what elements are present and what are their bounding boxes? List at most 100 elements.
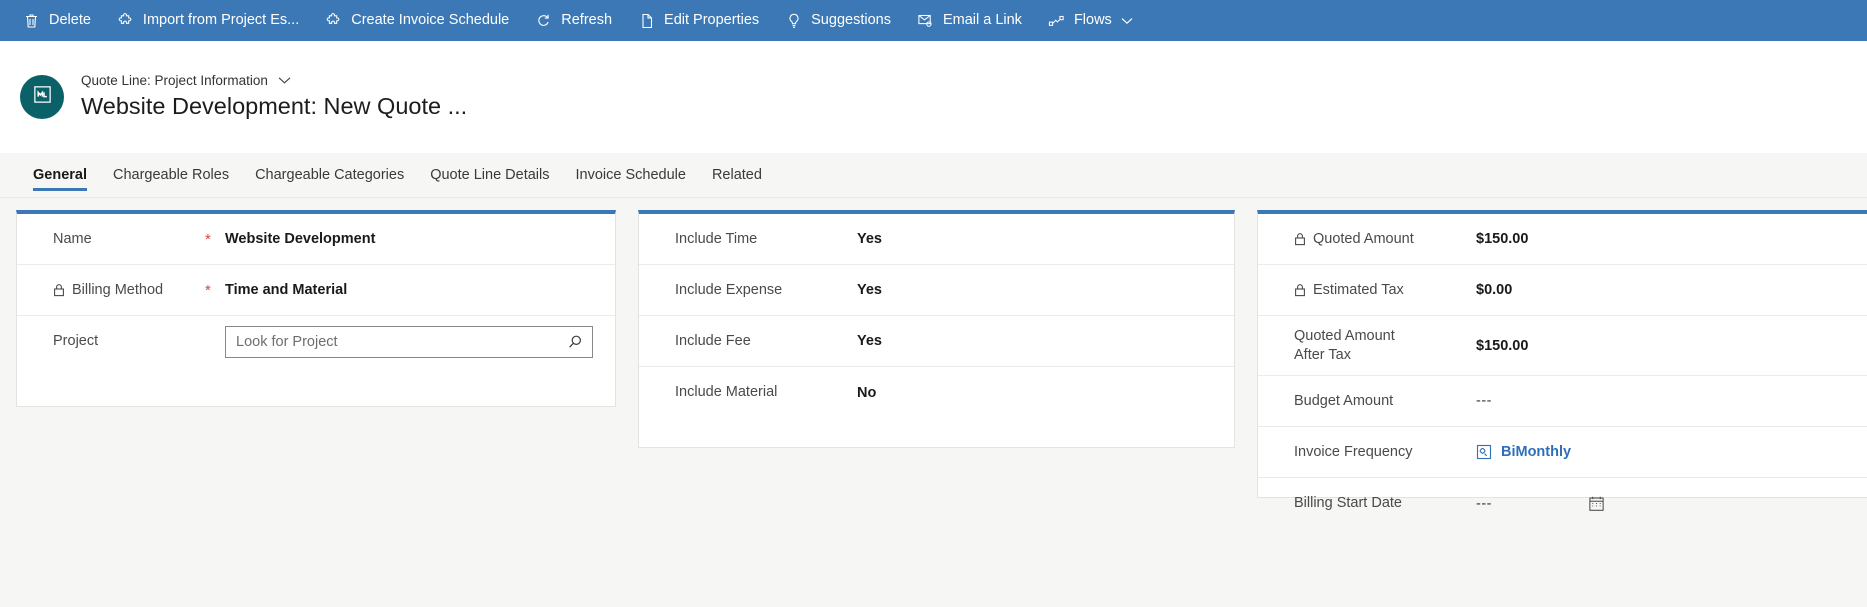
command-import-label: Import from Project Es... bbox=[142, 12, 300, 29]
record-header: Quote Line: Project Information Website … bbox=[0, 41, 1867, 153]
lock-icon bbox=[1294, 283, 1306, 297]
command-edit-properties[interactable]: Edit Properties bbox=[625, 0, 772, 41]
command-create-invoice-schedule-label: Create Invoice Schedule bbox=[351, 12, 510, 29]
field-label-include-expense: Include Expense bbox=[675, 281, 857, 299]
command-refresh[interactable]: Refresh bbox=[522, 0, 625, 41]
tab-chargeable-categories-label: Chargeable Categories bbox=[255, 166, 405, 183]
required-indicator: * bbox=[205, 230, 211, 248]
field-row-project: Project * Look for Project bbox=[17, 316, 615, 367]
tab-invoice-schedule[interactable]: Invoice Schedule bbox=[563, 152, 699, 197]
field-label-include-fee: Include Fee bbox=[675, 332, 857, 350]
field-label-quoted-amount-after-tax-line1: Quoted Amount bbox=[1294, 328, 1395, 345]
field-label-include-material-text: Include Material bbox=[675, 384, 778, 401]
card-general: Name * Website Development Billing Metho… bbox=[16, 210, 616, 407]
field-label-budget-amount-text: Budget Amount bbox=[1294, 392, 1394, 409]
field-row-billing-method: Billing Method * Time and Material bbox=[17, 265, 615, 316]
lock-icon bbox=[53, 283, 65, 297]
tab-general-label: General bbox=[33, 166, 87, 183]
field-value-billing-start-date[interactable]: --- bbox=[1476, 496, 1492, 512]
card-amounts: Quoted Amount $150.00 Estimated Tax $0.0… bbox=[1257, 210, 1867, 512]
refresh-icon bbox=[535, 12, 552, 29]
tab-related-label: Related bbox=[711, 166, 762, 183]
tab-related[interactable]: Related bbox=[699, 152, 775, 197]
field-label-quoted-amount-text: Quoted Amount bbox=[1313, 230, 1414, 247]
record-header-text: Quote Line: Project Information Website … bbox=[81, 73, 467, 120]
command-email-a-link[interactable]: Email a Link bbox=[904, 0, 1035, 41]
invoice-frequency-link[interactable]: BiMonthly bbox=[1476, 444, 1571, 460]
trash-icon bbox=[23, 12, 40, 29]
page-title: Website Development: New Quote ... bbox=[81, 93, 468, 120]
field-label-include-time: Include Time bbox=[675, 230, 857, 248]
field-value-include-time[interactable]: Yes bbox=[857, 231, 882, 247]
puzzle-icon bbox=[117, 12, 134, 29]
required-indicator: * bbox=[205, 281, 211, 299]
field-value-billing-method[interactable]: Time and Material bbox=[225, 282, 347, 298]
field-row-include-fee: Include Fee Yes bbox=[639, 316, 1234, 367]
form-body: Name * Website Development Billing Metho… bbox=[0, 198, 1867, 607]
email-icon bbox=[917, 12, 934, 29]
field-label-invoice-frequency: Invoice Frequency bbox=[1294, 443, 1476, 461]
field-label-include-expense-text: Include Expense bbox=[675, 281, 783, 298]
command-suggestions[interactable]: Suggestions bbox=[772, 0, 904, 41]
page-icon bbox=[638, 12, 655, 29]
field-label-include-material: Include Material bbox=[675, 383, 857, 401]
field-label-quoted-amount-after-tax-line2: After Tax bbox=[1294, 346, 1351, 363]
field-label-estimated-tax: Estimated Tax bbox=[1294, 281, 1476, 299]
command-refresh-label: Refresh bbox=[561, 12, 613, 29]
field-value-include-fee[interactable]: Yes bbox=[857, 333, 882, 349]
field-value-name[interactable]: Website Development bbox=[225, 231, 375, 247]
tab-quote-line-details[interactable]: Quote Line Details bbox=[417, 152, 562, 197]
tab-chargeable-categories[interactable]: Chargeable Categories bbox=[242, 152, 417, 197]
field-label-quoted-amount: Quoted Amount bbox=[1294, 230, 1476, 248]
chevron-down-icon[interactable] bbox=[278, 76, 291, 85]
avatar bbox=[20, 75, 64, 119]
field-row-include-expense: Include Expense Yes bbox=[639, 265, 1234, 316]
tab-strip: General Chargeable Roles Chargeable Cate… bbox=[0, 153, 1867, 198]
command-delete[interactable]: Delete bbox=[10, 0, 104, 41]
project-lookup-placeholder: Look for Project bbox=[236, 333, 338, 350]
field-row-include-time: Include Time Yes bbox=[639, 214, 1234, 265]
tab-invoice-schedule-label: Invoice Schedule bbox=[575, 166, 686, 183]
lock-icon bbox=[1294, 232, 1306, 246]
field-label-include-time-text: Include Time bbox=[675, 230, 758, 247]
command-bar: Delete Import from Project Es... Create … bbox=[0, 0, 1867, 41]
field-label-invoice-frequency-text: Invoice Frequency bbox=[1294, 443, 1413, 460]
field-row-budget-amount: Budget Amount --- bbox=[1258, 376, 1867, 427]
record-subtitle-row[interactable]: Quote Line: Project Information bbox=[81, 73, 467, 88]
field-label-estimated-tax-text: Estimated Tax bbox=[1313, 281, 1404, 298]
project-lookup-field[interactable]: Look for Project bbox=[225, 325, 593, 358]
field-label-quoted-amount-after-tax: Quoted Amount After Tax bbox=[1294, 327, 1476, 363]
invoice-frequency-value: BiMonthly bbox=[1501, 444, 1572, 460]
field-row-quoted-amount: Quoted Amount $150.00 bbox=[1258, 214, 1867, 265]
field-label-billing-method-text: Billing Method bbox=[72, 281, 164, 298]
command-flows[interactable]: Flows bbox=[1035, 0, 1146, 41]
record-subtitle: Quote Line: Project Information bbox=[81, 73, 268, 89]
command-create-invoice-schedule[interactable]: Create Invoice Schedule bbox=[312, 0, 522, 41]
chevron-down-icon bbox=[1121, 17, 1133, 25]
field-label-billing-start-date-text: Billing Start Date bbox=[1294, 495, 1402, 512]
field-row-include-material: Include Material No bbox=[639, 367, 1234, 418]
card-include-options: Include Time Yes Include Expense Yes Inc… bbox=[638, 210, 1235, 448]
field-row-estimated-tax: Estimated Tax $0.00 bbox=[1258, 265, 1867, 316]
tab-chargeable-roles[interactable]: Chargeable Roles bbox=[100, 152, 242, 197]
command-suggestions-label: Suggestions bbox=[811, 12, 891, 29]
field-value-quoted-amount-after-tax: $150.00 bbox=[1476, 337, 1529, 354]
field-label-name-text: Name bbox=[53, 230, 92, 247]
field-value-estimated-tax: $0.00 bbox=[1476, 282, 1513, 298]
tab-general[interactable]: General bbox=[20, 152, 100, 197]
command-import-from-project-estimate[interactable]: Import from Project Es... bbox=[104, 0, 312, 41]
field-value-include-material[interactable]: No bbox=[857, 385, 876, 401]
calendar-icon[interactable] bbox=[1588, 495, 1605, 512]
field-value-budget-amount[interactable]: --- bbox=[1476, 393, 1492, 409]
required-indicator-placeholder: * bbox=[205, 333, 225, 350]
field-value-include-expense[interactable]: Yes bbox=[857, 282, 882, 298]
field-row-invoice-frequency: Invoice Frequency BiMonthly bbox=[1258, 427, 1867, 478]
field-label-include-fee-text: Include Fee bbox=[675, 332, 751, 349]
field-label-billing-method: Billing Method bbox=[53, 281, 205, 299]
command-flows-label: Flows bbox=[1073, 12, 1112, 29]
search-icon[interactable] bbox=[567, 334, 583, 350]
tab-quote-line-details-label: Quote Line Details bbox=[430, 166, 550, 183]
flows-icon bbox=[1048, 12, 1065, 29]
field-label-project: Project bbox=[53, 332, 205, 350]
entity-record-icon bbox=[1476, 444, 1492, 460]
